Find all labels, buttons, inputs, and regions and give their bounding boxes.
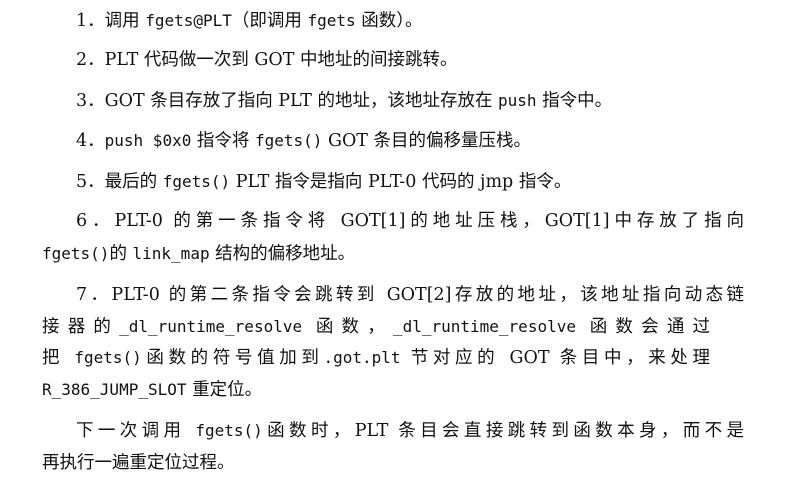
code-token: push (498, 91, 537, 110)
text-line: 接器的_dl_runtime_resolve 函数，_dl_runtime_re… (42, 314, 710, 340)
text-span: GOT 条目的偏移量压栈。 (322, 131, 532, 151)
text-line: 再执行一遍重定位过程。 (42, 450, 235, 476)
text-span: 7．PLT-0 的第二条指令会跳转到 GOT[2]存放的地址，该地址指向动态链 (76, 285, 744, 305)
text-span: 指令将 (191, 131, 255, 151)
document-page: 1．调用 fgets@PLT（即调用 fgets 函数）。 2．PLT 代码做一次… (0, 0, 798, 481)
text-span: （即调用 (231, 11, 308, 31)
text-span: 函数）。 (355, 11, 423, 31)
text-span: 2．PLT 代码做一次到 GOT 中地址的间接跳转。 (76, 50, 458, 70)
code-token: fgets (307, 11, 356, 30)
code-token: fgets() (74, 348, 142, 367)
text-line: 3．GOT 条目存放了指向 PLT 的地址，该地址存放在 push 指令中。 (76, 88, 612, 114)
text-line: 下一次调用 fgets()函数时，PLT 条目会直接跳转到函数本身，而不是 (76, 418, 744, 444)
text-span: 指令中。 (536, 91, 613, 111)
text-span: PLT 指令是指向 PLT-0 代码的 jmp 指令。 (230, 172, 572, 192)
text-span: 函数， (302, 317, 393, 337)
text-span: 6．PLT-0 的第一条指令将 GOT[1]的地址压栈，GOT[1]中存放了指向 (76, 211, 744, 231)
code-token: R_386_JUMP_SLOT (42, 380, 187, 399)
text-line: 6．PLT-0 的第一条指令将 GOT[1]的地址压栈，GOT[1]中存放了指向 (76, 208, 744, 234)
text-line: 4．push $0x0 指令将 fgets() GOT 条目的偏移量压栈。 (76, 128, 531, 154)
text-span: 再执行一遍重定位过程。 (42, 453, 235, 473)
code-token: fgets() (254, 131, 323, 150)
code-token: _dl_runtime_resolve (392, 317, 576, 336)
text-line: fgets()的 link_map 结构的偏移地址。 (42, 241, 355, 267)
text-span: 函数时，PLT 条目会直接跳转到函数本身，而不是 (262, 421, 744, 441)
code-token: fgets() (195, 421, 263, 440)
text-span: 3．GOT 条目存放了指向 PLT 的地址，该地址存放在 (76, 91, 499, 111)
text-span: 重定位。 (186, 380, 263, 400)
text-line: 2．PLT 代码做一次到 GOT 中地址的间接跳转。 (76, 47, 457, 73)
code-token: fgets() (162, 172, 231, 191)
text-span: 接器的 (42, 317, 120, 337)
text-line: 把 fgets()函数的符号值加到.got.plt 节对应的 GOT 条目中，来… (42, 345, 710, 371)
text-line: 7．PLT-0 的第二条指令会跳转到 GOT[2]存放的地址，该地址指向动态链 (76, 282, 744, 308)
text-line: 1．调用 fgets@PLT（即调用 fgets 函数）。 (76, 8, 422, 34)
text-span: 下一次调用 (76, 421, 196, 441)
text-span: 4． (76, 131, 105, 151)
text-span: 结构的偏移地址。 (209, 244, 356, 264)
text-line: 5．最后的 fgets() PLT 指令是指向 PLT-0 代码的 jmp 指令… (76, 169, 571, 195)
code-token: _dl_runtime_resolve (119, 317, 303, 336)
code-token: fgets@PLT (145, 11, 232, 30)
text-span: 函数的符号值加到 (141, 348, 324, 368)
text-span: 5．最后的 (76, 172, 163, 192)
code-token: fgets() (42, 244, 110, 263)
text-span: 节对应的 GOT 条目中，来处理 (400, 348, 710, 368)
code-token: link_map (132, 244, 210, 263)
text-line: R_386_JUMP_SLOT 重定位。 (42, 377, 262, 403)
code-token: push $0x0 (104, 131, 192, 150)
code-token: .got.plt (323, 348, 401, 367)
text-span: 1．调用 (76, 11, 146, 31)
text-span: 把 (42, 348, 75, 368)
text-span: 函数会通过 (575, 317, 710, 337)
text-span: 的 (109, 244, 133, 264)
